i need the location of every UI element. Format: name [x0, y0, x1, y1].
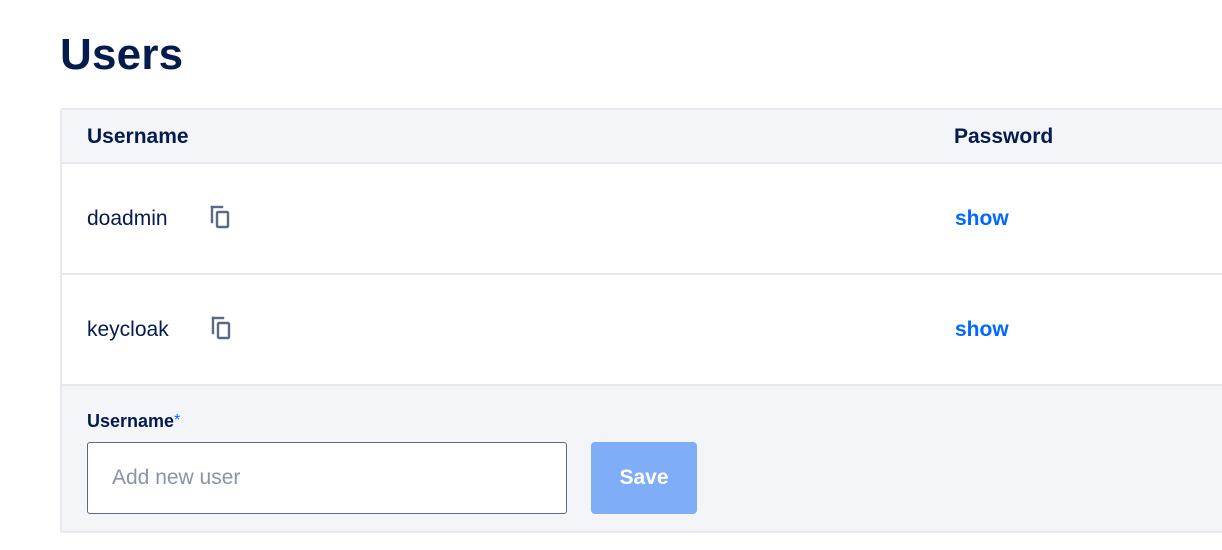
show-password-link[interactable]: show [955, 206, 1009, 232]
table-row: doadmin show [62, 164, 1222, 275]
username-field-label: Username* [87, 410, 180, 432]
column-header-password: Password [954, 125, 1054, 148]
new-username-input[interactable] [87, 442, 567, 514]
copy-icon[interactable] [209, 205, 233, 229]
column-header-username: Username [87, 125, 189, 148]
table-header: Username Password [62, 110, 1222, 164]
table-row: keycloak show [62, 275, 1222, 386]
required-mark: * [174, 412, 181, 429]
show-password-link[interactable]: show [955, 317, 1009, 343]
page-title: Users [60, 30, 184, 79]
username-label-text: Username [87, 411, 175, 431]
add-user-form: Username* Save [62, 386, 1222, 531]
username-cell: doadmin [87, 207, 168, 230]
copy-icon[interactable] [210, 316, 234, 340]
username-cell: keycloak [87, 318, 169, 341]
users-table: Username Password doadmin show keycloak … [60, 108, 1222, 533]
save-button[interactable]: Save [591, 442, 697, 514]
